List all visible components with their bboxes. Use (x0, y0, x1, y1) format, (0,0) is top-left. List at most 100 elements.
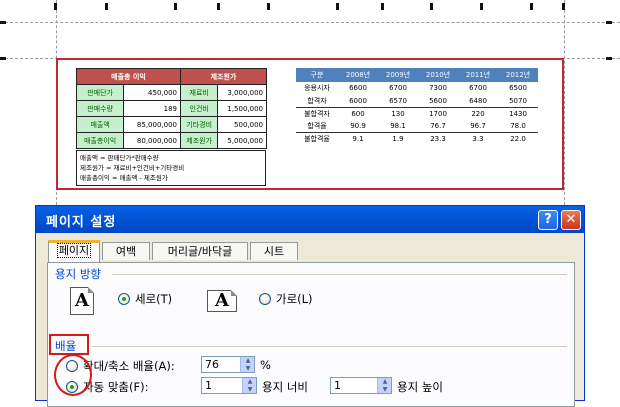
column-handle[interactable] (217, 3, 220, 10)
spin-down-icon[interactable]: ▼ (378, 386, 392, 393)
table-cell: 450,000 (123, 84, 181, 101)
print-area-highlight: 매출총 이익 제조원가 판매단가 450,000 재료비 3,000,000 판… (56, 58, 564, 190)
spin-up-icon[interactable]: ▲ (243, 378, 257, 385)
table-cell: 제조원가 (179, 132, 219, 149)
landscape-label[interactable]: 가로(L) (276, 291, 313, 307)
orientation-group-label: 용지 방향 (55, 267, 101, 281)
column-handle[interactable] (430, 3, 433, 10)
table-row: 매출총이익 80,000,000 제조원가 5,000,000 (75, 132, 267, 149)
table-cell: 기타경비 (179, 116, 219, 133)
table-cell: 합격율 (307, 121, 327, 130)
table-cell: 600 (351, 109, 365, 118)
column-handle[interactable] (105, 3, 108, 10)
table-cell: 5070 (498, 94, 538, 108)
fit-height-spinner[interactable]: 1 ▲ ▼ (330, 377, 392, 394)
table-cell: 80,000,000 (123, 132, 181, 149)
table-cell: 76.7 (430, 121, 446, 130)
table-cell: 85,000,000 (123, 116, 181, 133)
table-row: 합격율 90.9 98.1 76.7 96.7 78.0 (296, 120, 538, 133)
column-handle[interactable] (480, 3, 483, 10)
table-row: 매출총 이익 제조원가 (76, 68, 267, 85)
table-header-row: 구분 2008년 2009년 2010년 2011년 2012년 (296, 68, 538, 82)
spinner-arrows[interactable]: ▲ ▼ (377, 378, 391, 393)
fit-width-spinner[interactable]: 1 ▲ ▼ (201, 377, 257, 394)
profit-table: 매출총 이익 제조원가 판매단가 450,000 재료비 3,000,000 판… (75, 68, 267, 149)
dialog-titlebar[interactable]: 페이지 설정 ? ✕ (36, 206, 584, 233)
tab-page[interactable]: 페이지 (48, 240, 100, 262)
tab-sheet[interactable]: 시트 (250, 242, 298, 260)
close-button[interactable]: ✕ (561, 210, 581, 230)
table-cell: 500,000 (217, 116, 267, 133)
margin-handle[interactable] (606, 21, 612, 24)
column-handle[interactable] (381, 3, 384, 10)
page-tab-panel: 용지 방향 A 세로(T) A 가로(L) 배율 확대/축소 배율(A): 76… (47, 262, 575, 407)
table-cell: 불합격율 (296, 131, 338, 145)
fit-option-highlight (54, 354, 92, 396)
adjust-percent-value[interactable]: 76 (205, 358, 219, 371)
spinner-arrows[interactable]: ▲ ▼ (240, 357, 254, 372)
fit-to-label[interactable]: 자동 맞춤(F): (83, 379, 148, 395)
table-cell: 3,000,000 (217, 84, 267, 101)
landscape-radio[interactable] (259, 293, 271, 305)
table-cell: 판매단가 (75, 84, 125, 101)
spin-down-icon[interactable]: ▼ (241, 365, 255, 372)
table-cell: 1430 (509, 109, 527, 118)
table-cell: 78.0 (510, 121, 526, 130)
table-cell: 5600 (418, 94, 458, 108)
tab-label: 페이지 (56, 243, 92, 258)
table-cell: 9.1 (338, 131, 378, 145)
fit-width-label: 용지 너비 (262, 380, 308, 394)
margin-handle[interactable] (606, 57, 612, 60)
dialog-title: 페이지 설정 (46, 215, 117, 230)
portrait-label[interactable]: 세로(T) (135, 291, 172, 307)
margin-handle[interactable] (562, 3, 565, 10)
portrait-radio[interactable] (118, 293, 130, 305)
percent-sign: % (260, 358, 271, 372)
adjust-percent-spinner[interactable]: 76 ▲ ▼ (201, 356, 255, 373)
margin-handle[interactable] (0, 57, 6, 60)
formula-notes: 매출액 = 판매단가*판매수량 제조원가 = 재료비+인건비+기타경비 매출총이… (76, 150, 266, 186)
table-cell: 6480 (458, 94, 498, 108)
table-cell: 매출총이익 (75, 132, 125, 149)
table-cell: 6570 (378, 94, 418, 108)
spinner-arrows[interactable]: ▲ ▼ (242, 378, 256, 393)
margin-handle[interactable] (0, 21, 6, 24)
fit-width-value[interactable]: 1 (205, 379, 212, 392)
header-margin-line[interactable] (0, 22, 620, 23)
column-handle[interactable] (336, 3, 339, 10)
tab-margins[interactable]: 여백 (102, 242, 150, 260)
table-cell: 189 (123, 100, 181, 117)
margin-handle[interactable] (54, 3, 57, 10)
formula-line: 제조원가 = 재료비+인건비+기타경비 (80, 164, 185, 172)
table-row: 불합격율 9.1 1.9 23.3 3.3 22.0 (296, 131, 538, 145)
right-margin-line[interactable] (564, 0, 565, 205)
table-cell: 6700 (469, 84, 487, 93)
table-cell: 6700 (389, 84, 407, 93)
stats-table: 구분 2008년 2009년 2010년 2011년 2012년 응용시자 66… (296, 68, 538, 145)
table-cell: 7300 (429, 84, 447, 93)
table-cell: 90.9 (350, 121, 366, 130)
table-cell: 3.3 (458, 131, 498, 145)
adjust-to-label[interactable]: 확대/축소 배율(A): (83, 358, 175, 374)
column-handle[interactable] (174, 3, 177, 10)
table-row: 매출액 85,000,000 기타경비 500,000 (75, 116, 267, 133)
table-cell: 재료비 (179, 84, 219, 101)
spin-up-icon[interactable]: ▲ (241, 357, 255, 364)
spin-up-icon[interactable]: ▲ (378, 378, 392, 385)
table-cell: 6500 (509, 84, 527, 93)
group-divider (112, 274, 567, 275)
table-row: 합격자 6000 6570 5600 6480 5070 (296, 94, 538, 108)
column-handle[interactable] (530, 3, 533, 10)
tab-header-footer[interactable]: 머리글/바닥글 (152, 242, 248, 260)
group-divider (92, 346, 567, 347)
table-header: 2010년 (418, 68, 458, 82)
table-cell: 인건비 (179, 100, 219, 117)
fit-height-value[interactable]: 1 (334, 379, 341, 392)
table-cell: 6000 (338, 94, 378, 108)
help-button[interactable]: ? (538, 210, 558, 230)
spin-down-icon[interactable]: ▼ (243, 386, 257, 393)
column-handle[interactable] (267, 3, 270, 10)
table-cell: 5,000,000 (217, 132, 267, 149)
page-setup-dialog: 페이지 설정 ? ✕ 페이지 여백 머리글/바닥글 시트 용지 방향 A 세로(… (35, 205, 585, 407)
table-cell: 96.7 (470, 121, 486, 130)
